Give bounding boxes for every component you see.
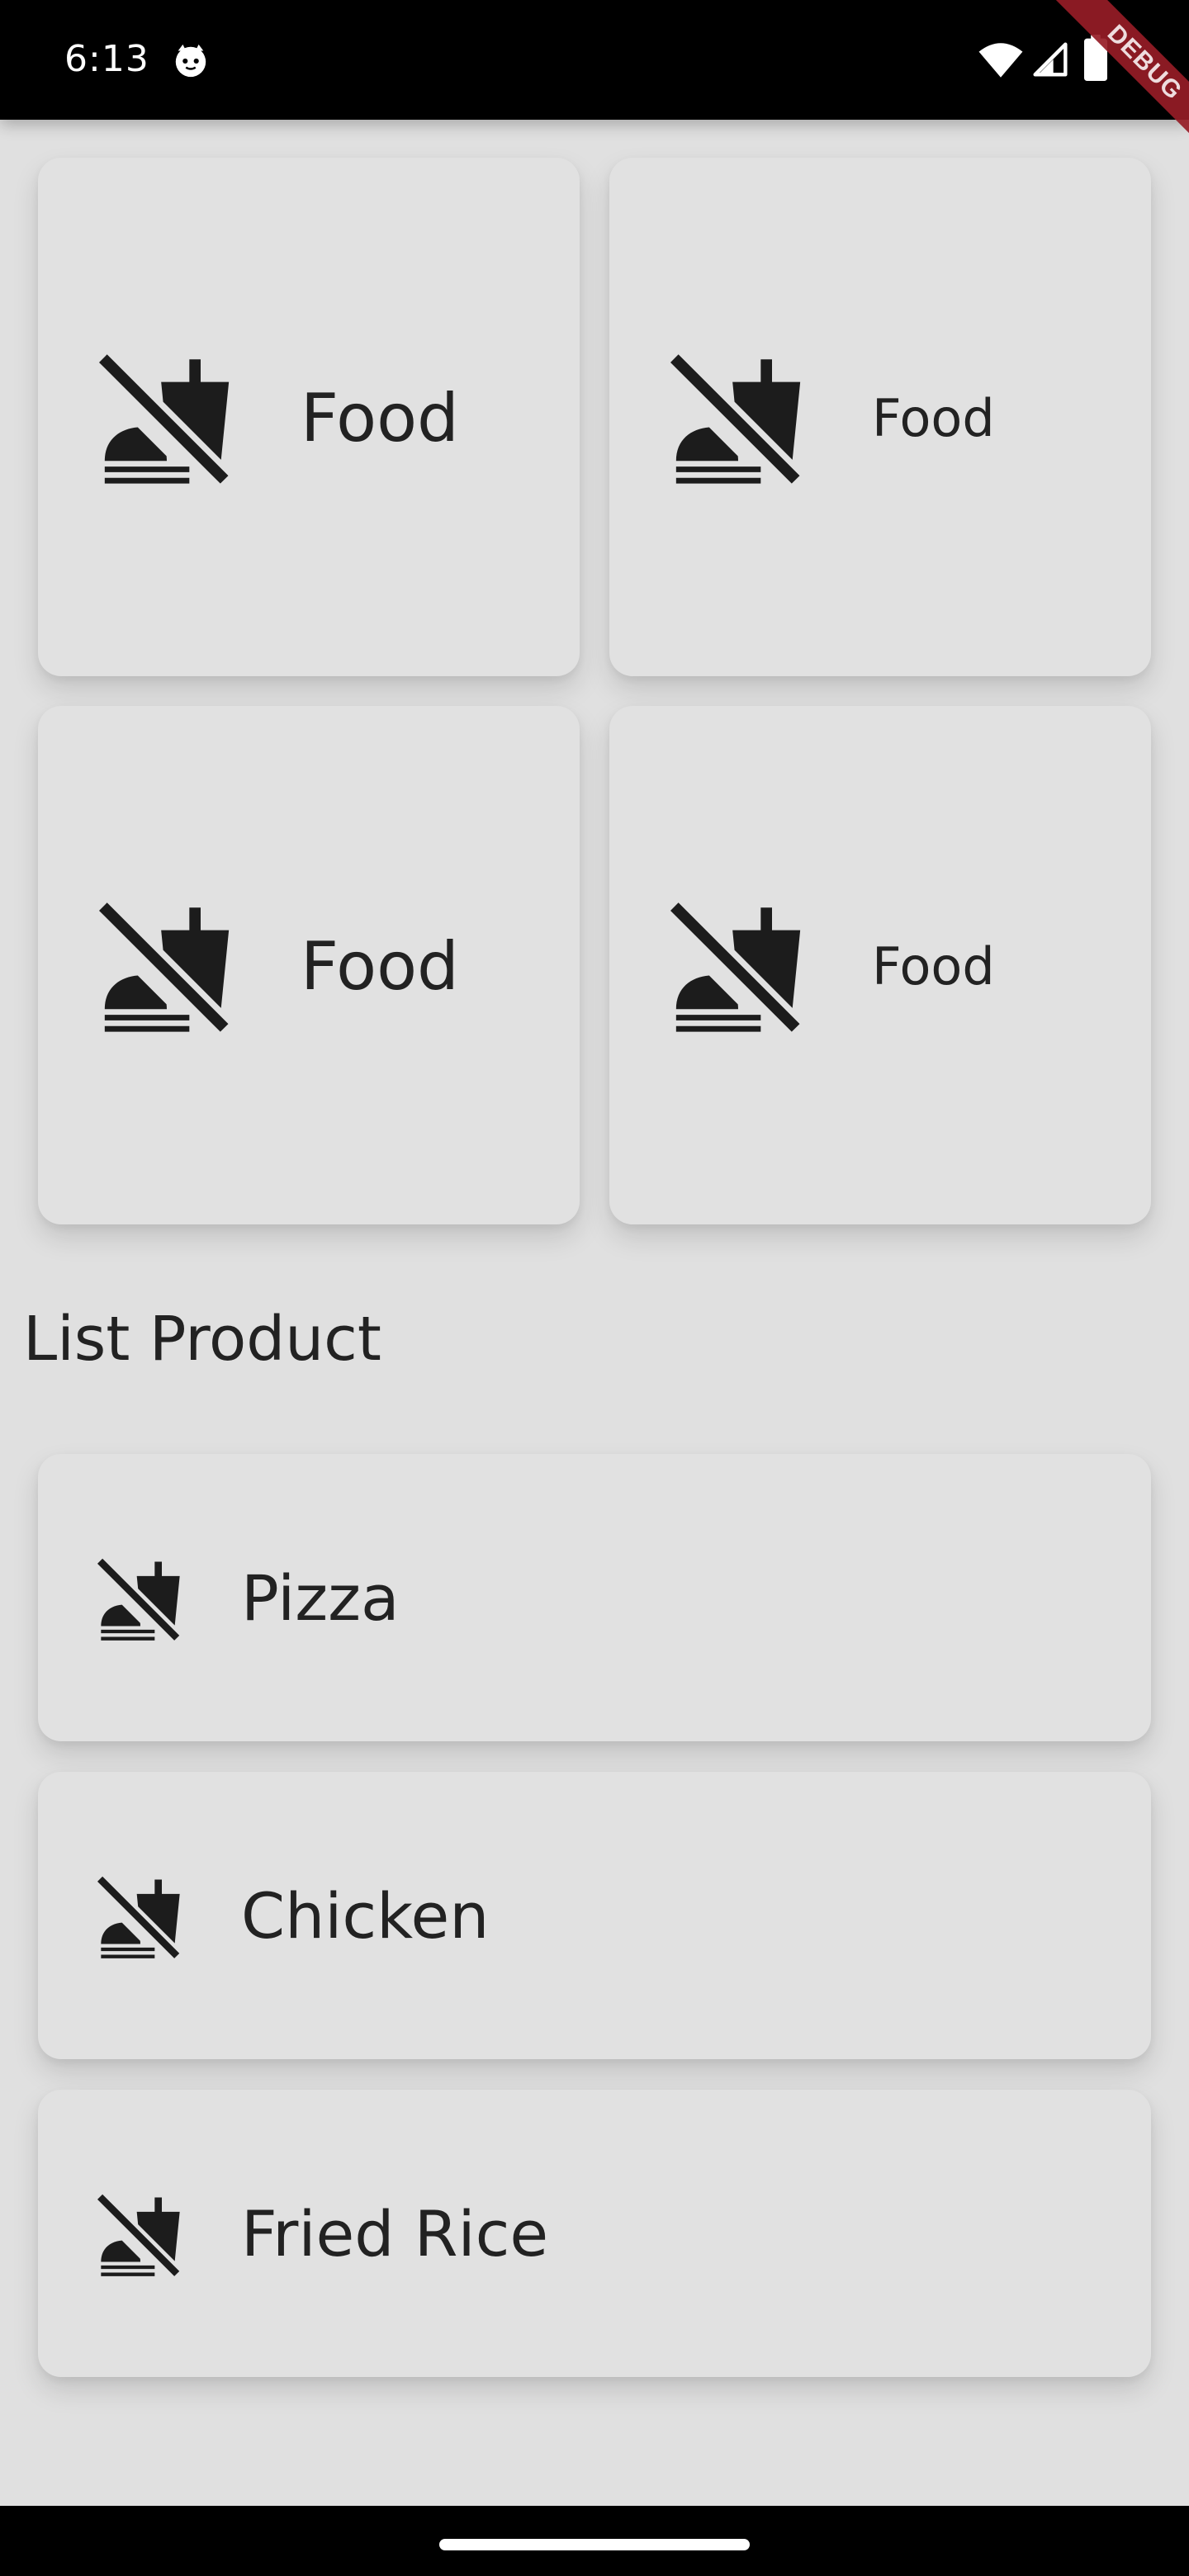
no-food-icon	[97, 2192, 183, 2278]
category-card[interactable]: Food	[609, 706, 1151, 1224]
no-food-icon	[97, 1874, 183, 1960]
category-card[interactable]: Food	[609, 158, 1151, 676]
category-card[interactable]: Food	[38, 706, 580, 1224]
no-food-icon	[670, 899, 806, 1035]
category-card-label: Food	[301, 380, 459, 457]
navigation-bar	[0, 2506, 1189, 2576]
product-name: Pizza	[241, 1561, 400, 1635]
no-food-icon	[99, 899, 234, 1035]
no-food-icon	[99, 351, 234, 486]
cell-signal-icon	[1033, 42, 1068, 77]
product-name: Chicken	[241, 1879, 490, 1953]
status-time: 6:13	[64, 38, 149, 80]
category-card-label: Food	[872, 936, 995, 997]
category-card[interactable]: Food	[38, 158, 580, 676]
product-list-item[interactable]: Fried Rice	[38, 2090, 1151, 2377]
section-title: List Product	[23, 1304, 381, 1375]
cat-face-icon	[175, 44, 206, 78]
gesture-handle[interactable]	[439, 2539, 750, 2550]
no-food-icon	[670, 351, 806, 486]
category-card-label: Food	[301, 928, 459, 1005]
status-bar: 6:13	[0, 0, 1189, 120]
wifi-icon	[978, 43, 1023, 78]
category-card-label: Food	[872, 388, 995, 448]
no-food-icon	[97, 1556, 183, 1642]
product-list-item[interactable]: Pizza	[38, 1454, 1151, 1741]
product-list-item[interactable]: Chicken	[38, 1772, 1151, 2059]
product-name: Fried Rice	[241, 2197, 549, 2271]
battery-icon	[1084, 35, 1107, 81]
main-content: Food Food Food Food List Product Pizza C…	[0, 120, 1189, 2506]
